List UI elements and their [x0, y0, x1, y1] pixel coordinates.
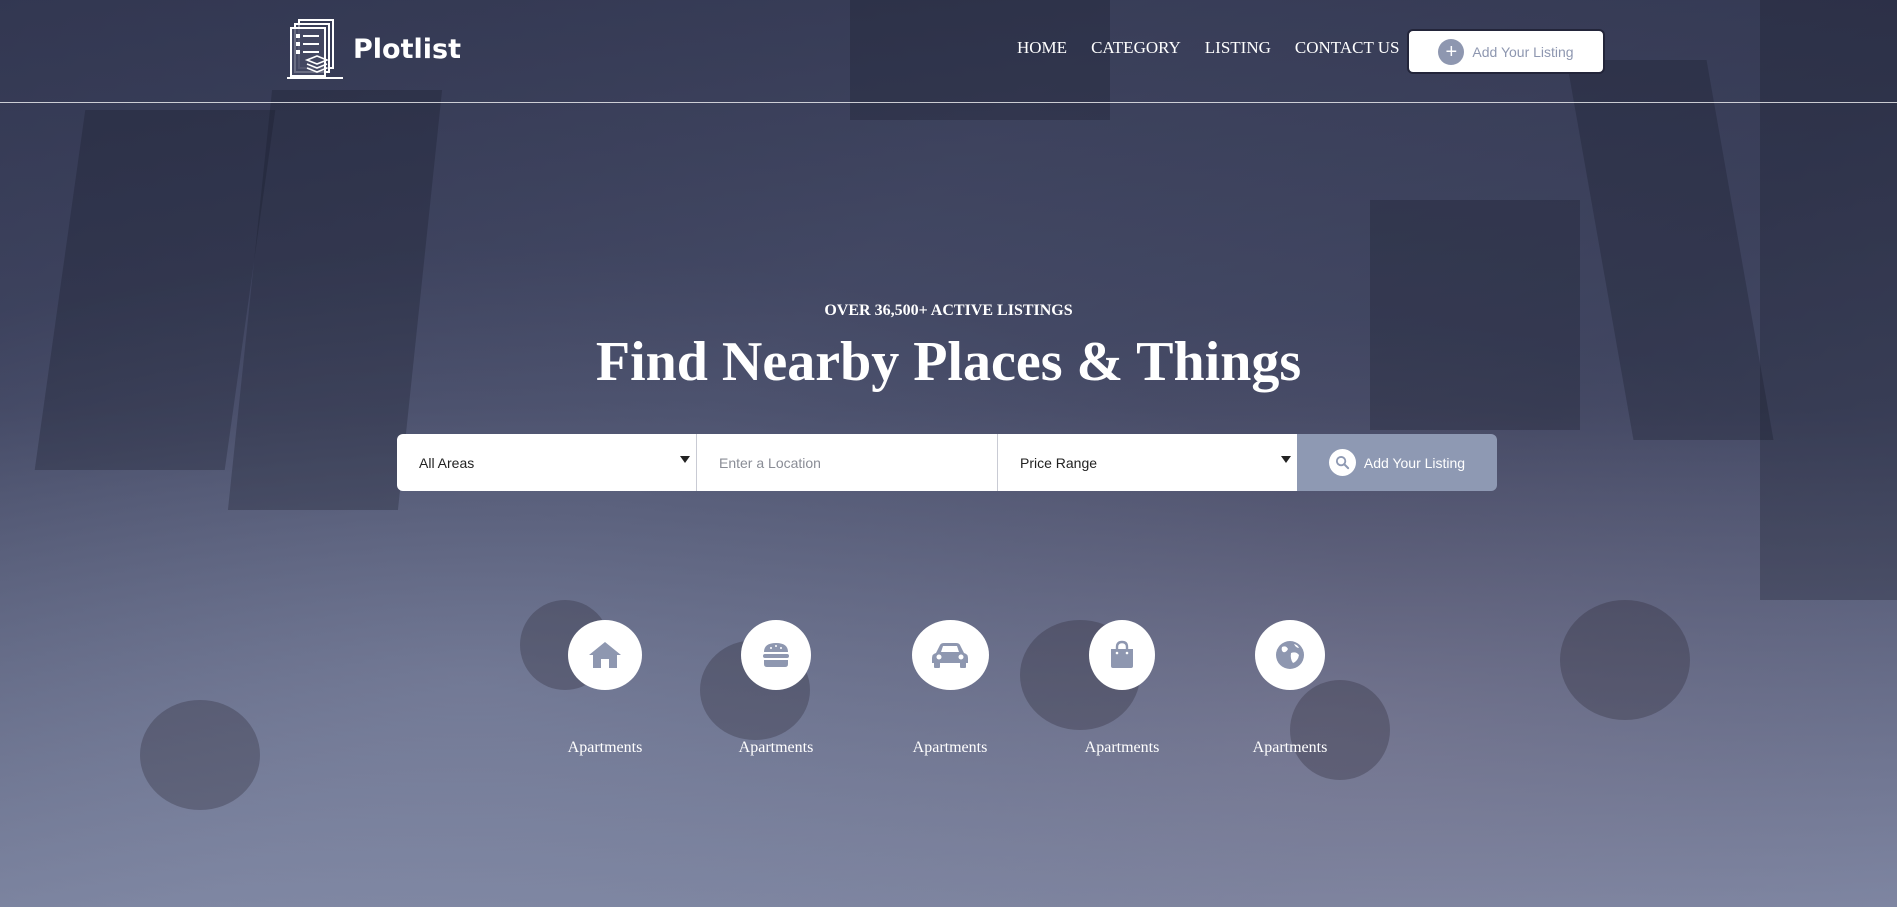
search-submit-button-label: Add Your Listing — [1363, 454, 1466, 471]
site-header: Plotlist HOME CATEGORY LISTING CONTACT U… — [0, 0, 1897, 103]
document-stack-icon — [287, 19, 343, 79]
price-range-select-value: Price Range — [1020, 454, 1098, 471]
search-bar: All Areas Price Range Add Your Listing — [397, 434, 1497, 491]
category-item[interactable]: Apartments — [535, 620, 675, 757]
category-icon-circle — [1255, 620, 1325, 690]
category-item[interactable]: Apartments — [1052, 620, 1192, 757]
nav-item-category[interactable]: CATEGORY — [1091, 38, 1181, 58]
category-icon-circle — [1089, 620, 1155, 690]
plus-icon: + — [1438, 38, 1465, 65]
nav-item-home[interactable]: HOME — [1017, 38, 1067, 58]
shopping-bag-icon — [1111, 640, 1133, 668]
nav-item-listing[interactable]: LISTING — [1205, 38, 1271, 58]
search-submit-button[interactable]: Add Your Listing — [1297, 434, 1497, 491]
category-item[interactable]: Apartments — [1220, 620, 1360, 757]
home-icon — [589, 642, 621, 668]
brand-logo[interactable]: Plotlist — [287, 18, 461, 80]
category-label: Apartments — [912, 739, 988, 756]
add-listing-button-label: Add Your Listing — [1472, 43, 1574, 60]
nav-item-contact-us[interactable]: CONTACT US — [1295, 38, 1400, 58]
search-icon — [1328, 449, 1356, 476]
brand-name: Plotlist — [353, 33, 461, 65]
hero-headline: Find Nearby Places & Things — [595, 331, 1302, 393]
add-listing-button[interactable]: + Add Your Listing — [1407, 29, 1605, 74]
category-label: Apartments — [738, 739, 814, 756]
category-icon-circle — [568, 620, 642, 690]
category-label: Apartments — [1252, 739, 1328, 756]
category-icon-circle — [911, 620, 989, 690]
burger-icon — [763, 643, 789, 667]
category-icon-circle — [741, 620, 811, 690]
hero-eyebrow: OVER 36,500+ ACTIVE LISTINGS — [824, 302, 1073, 319]
category-label: Apartments — [567, 739, 643, 756]
globe-icon — [1276, 641, 1304, 669]
car-icon — [932, 643, 968, 668]
price-range-select[interactable]: Price Range — [997, 434, 1297, 491]
category-label: Apartments — [1084, 739, 1160, 756]
area-select-value: All Areas — [419, 454, 475, 471]
category-item[interactable]: Apartments — [706, 620, 846, 757]
category-item[interactable]: Apartments — [880, 620, 1020, 757]
main-nav: HOME CATEGORY LISTING CONTACT US — [1017, 38, 1424, 58]
area-select[interactable]: All Areas — [397, 434, 697, 491]
location-input[interactable] — [697, 434, 997, 491]
chevron-down-icon — [680, 456, 690, 463]
chevron-down-icon — [1281, 456, 1291, 463]
